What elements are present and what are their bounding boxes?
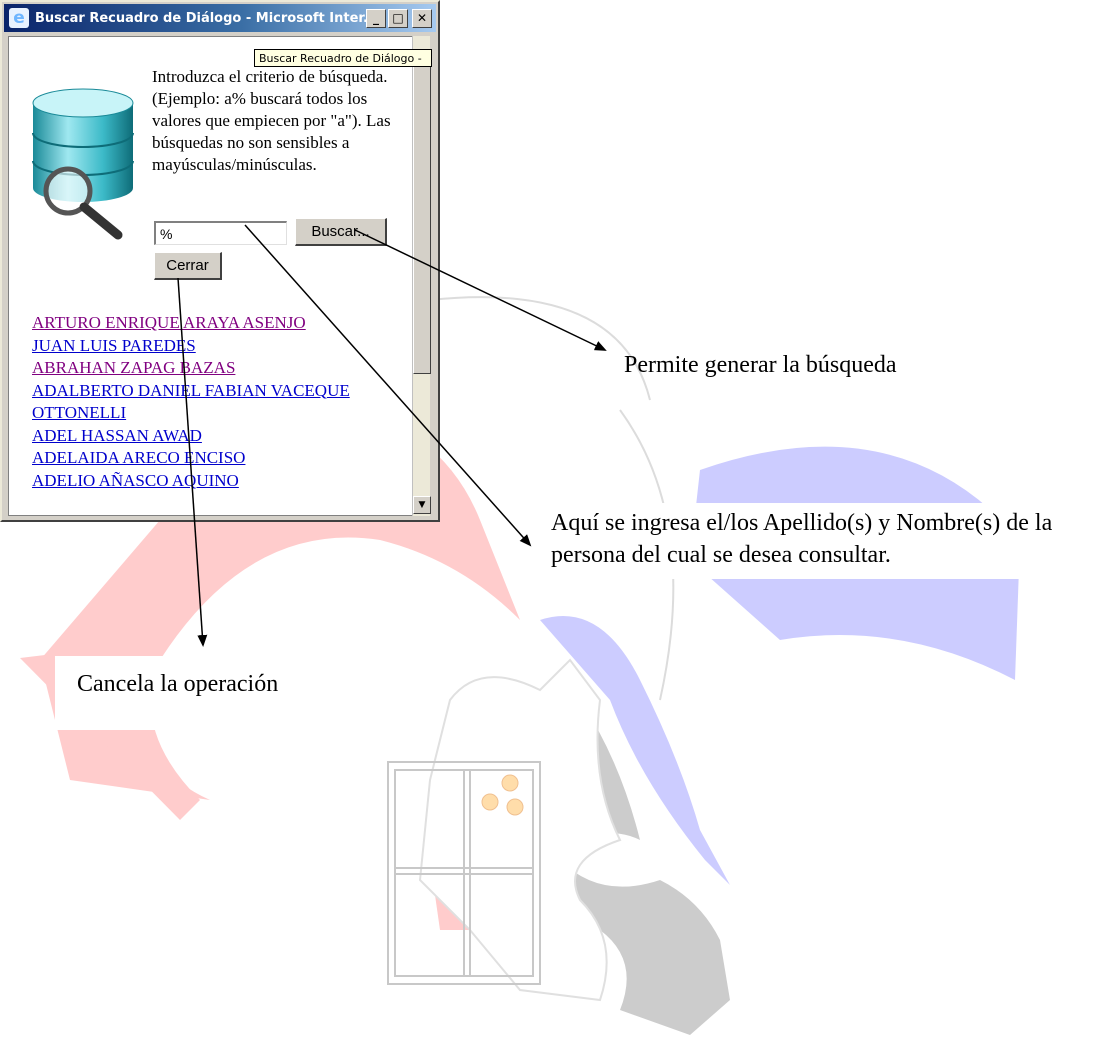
result-link[interactable]: ARTURO ENRIQUE ARAYA ASENJO	[32, 313, 306, 332]
result-item: OTTONELLI	[32, 402, 402, 425]
result-item: ADELIO AÑASCO AQUINO	[32, 470, 402, 493]
scrollbar-thumb[interactable]	[413, 54, 431, 374]
minimize-button[interactable]: _	[366, 8, 386, 28]
result-item: ADELAIDA ARECO ENCISO	[32, 447, 402, 470]
database-search-icon	[32, 88, 134, 240]
result-item: ADALBERTO DANIEL FABIAN VACEQUE	[32, 380, 402, 403]
watermark-map-silhouette	[418, 658, 622, 1002]
search-button[interactable]: Buscar...	[295, 218, 387, 246]
callout-search-button: Permite generar la búsqueda	[624, 352, 897, 378]
result-item: JUAN LUIS PAREDES	[32, 335, 402, 358]
result-link[interactable]: ADEL HASSAN AWAD	[32, 426, 202, 445]
window-title: Buscar Recuadro de Diálogo - Microsoft I…	[35, 10, 366, 26]
instructions-text: Introduzca el criterio de búsqueda. (Eje…	[152, 67, 391, 174]
results-list: ARTURO ENRIQUE ARAYA ASENJO JUAN LUIS PAR…	[32, 312, 402, 492]
close-window-button[interactable]: ✕	[412, 8, 432, 28]
result-link[interactable]: ADELAIDA ARECO ENCISO	[32, 448, 245, 467]
vertical-scrollbar[interactable]: ▼	[412, 36, 431, 516]
result-item: ARTURO ENRIQUE ARAYA ASENJO	[32, 312, 402, 335]
ie-icon[interactable]: e	[9, 8, 29, 28]
search-dialog-window: e Buscar Recuadro de Diálogo - Microsoft…	[0, 0, 440, 522]
search-input[interactable]	[154, 221, 287, 245]
callout-search-input: Aquí se ingresa el/los Apellido(s) y Nom…	[537, 503, 1100, 579]
result-link[interactable]: ADELIO AÑASCO AQUINO	[32, 471, 239, 490]
result-link[interactable]: JUAN LUIS PAREDES	[32, 336, 196, 355]
scroll-down-arrow-icon[interactable]: ▼	[413, 496, 431, 514]
result-item: ADEL HASSAN AWAD	[32, 425, 402, 448]
result-link[interactable]: ADALBERTO DANIEL FABIAN VACEQUE	[32, 381, 350, 400]
title-bar[interactable]: e Buscar Recuadro de Diálogo - Microsoft…	[4, 4, 436, 32]
result-item: ABRAHAN ZAPAG BAZAS	[32, 357, 402, 380]
result-link[interactable]: OTTONELLI	[32, 403, 126, 422]
callout-close-button: Cancela la operación	[55, 656, 419, 730]
result-link[interactable]: ABRAHAN ZAPAG BAZAS	[32, 358, 235, 377]
maximize-button[interactable]: □	[388, 8, 408, 28]
close-button[interactable]: Cerrar	[154, 252, 222, 280]
title-tooltip: Buscar Recuadro de Diálogo -	[254, 49, 432, 67]
